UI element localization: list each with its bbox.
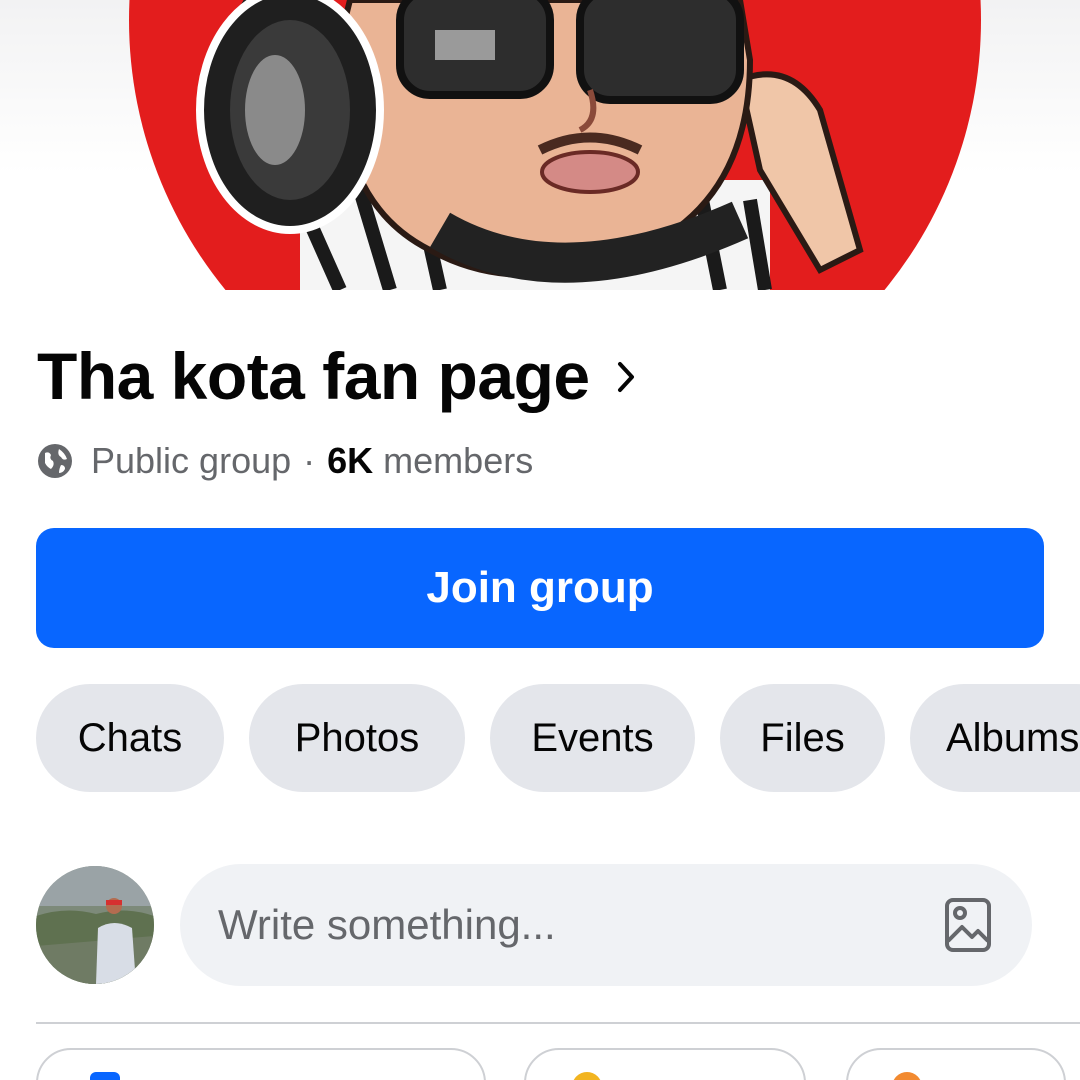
globe-icon (38, 444, 72, 478)
cover-illustration (129, 0, 981, 290)
group-title-row[interactable]: Tha kota fan page (37, 338, 636, 414)
tab-events[interactable]: Events (490, 684, 695, 792)
write-something-input[interactable]: Write something... (180, 864, 1032, 986)
group-name[interactable]: Tha kota fan page (37, 338, 590, 414)
privacy-label: Public group (91, 440, 292, 481)
group-page: Tha kota fan page Public group · 6K memb… (0, 0, 1080, 1080)
tab-photos[interactable]: Photos (249, 684, 465, 792)
emoji-icon (572, 1072, 602, 1080)
meta-separator: · (303, 440, 316, 481)
bottom-chip-3[interactable] (846, 1048, 1066, 1080)
tab-label: Albums (946, 715, 1080, 760)
chevron-right-icon[interactable] (616, 360, 636, 399)
members-label: members (383, 440, 534, 481)
join-group-button[interactable]: Join group (36, 528, 1044, 648)
composer-placeholder: Write something... (218, 901, 556, 948)
group-meta: Public group · 6K members (37, 440, 533, 482)
poll-icon (892, 1072, 922, 1080)
bottom-chip-2[interactable] (524, 1048, 806, 1080)
tab-label: Events (531, 715, 654, 760)
cover-image[interactable] (0, 0, 1080, 290)
post-composer: Write something... (36, 864, 1036, 988)
tab-label: Photos (294, 715, 420, 760)
group-tabs: Chats Photos Events Files Albums (36, 684, 1080, 792)
member-count: 6K (327, 440, 374, 481)
avatar[interactable] (36, 866, 154, 984)
bottom-chip-1[interactable] (36, 1048, 486, 1080)
tab-chats[interactable]: Chats (36, 684, 224, 792)
tab-files[interactable]: Files (720, 684, 885, 792)
tab-label: Chats (77, 715, 183, 760)
square-icon (90, 1072, 120, 1080)
tab-albums[interactable]: Albums (910, 684, 1080, 792)
avatar-photo (36, 866, 154, 984)
photo-icon[interactable] (944, 897, 992, 953)
tab-label: Files (760, 715, 845, 760)
divider (36, 1022, 1080, 1024)
